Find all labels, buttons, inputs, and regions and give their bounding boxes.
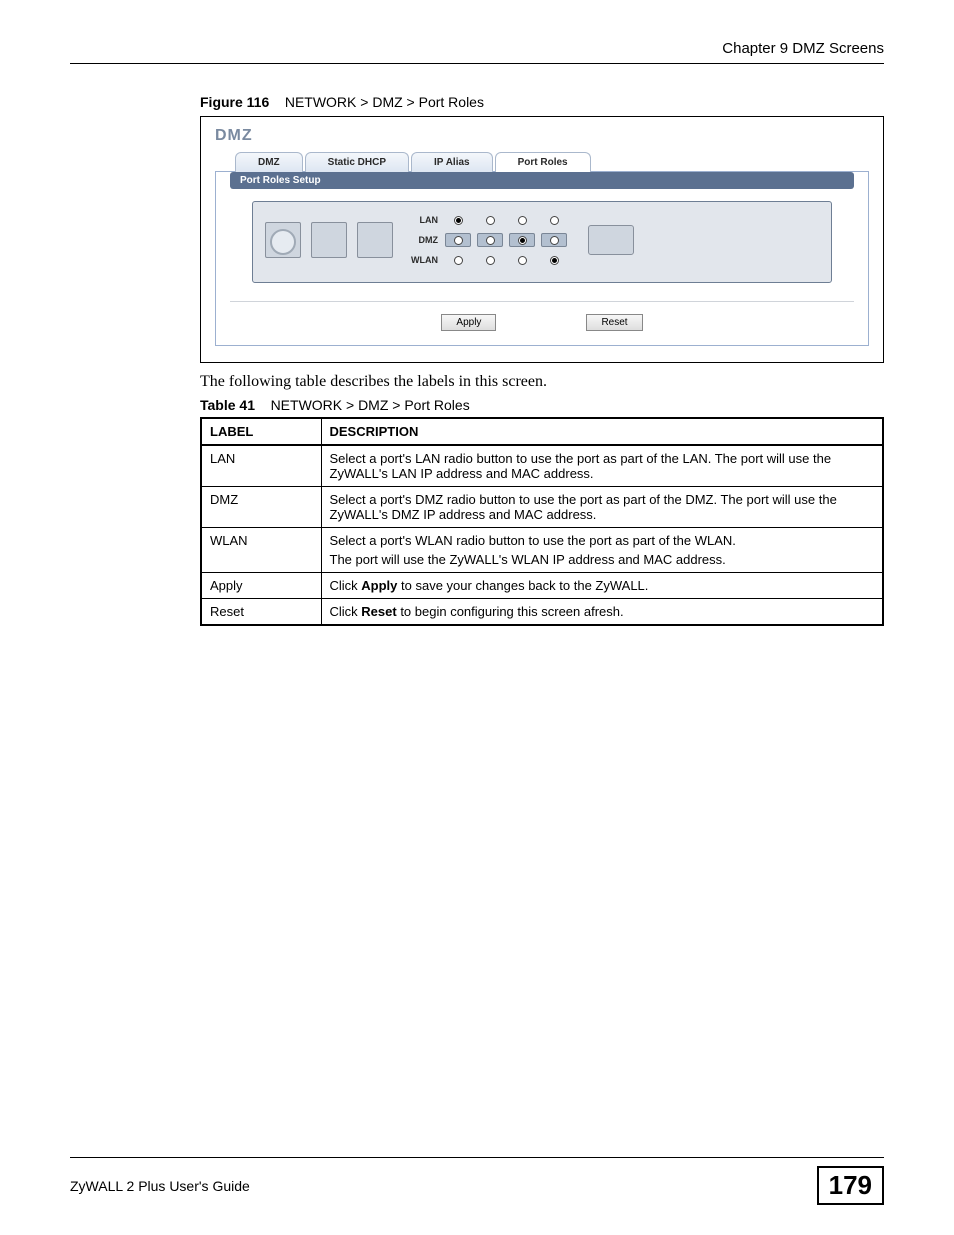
panel: Port Roles Setup LAN DMZ WLAN [215, 172, 869, 346]
wan-port-icon [265, 222, 301, 258]
table-cell-label: Reset [201, 599, 321, 626]
tab-port-roles[interactable]: Port Roles [495, 152, 591, 172]
page-footer: ZyWALL 2 Plus User's Guide 179 [70, 1157, 884, 1205]
intro-paragraph: The following table describes the labels… [200, 373, 884, 391]
port-icon [311, 222, 347, 258]
row-label-lan: LAN [411, 212, 438, 228]
screenshot-window: DMZ DMZ Static DHCP IP Alias Port Roles … [200, 116, 884, 363]
row-label-dmz: DMZ [411, 232, 438, 248]
apply-button[interactable]: Apply [441, 314, 496, 331]
radio-dot-icon [454, 236, 463, 245]
description-table: LABEL DESCRIPTION LANSelect a port's LAN… [200, 417, 884, 626]
radio-dot-icon [486, 216, 495, 225]
port-role-radio[interactable] [509, 233, 535, 247]
table-cell-label: LAN [201, 445, 321, 487]
radio-dot-icon [486, 236, 495, 245]
table-header-description: DESCRIPTION [321, 418, 883, 445]
tab-dmz[interactable]: DMZ [235, 152, 303, 172]
table-cell-label: Apply [201, 573, 321, 599]
port-role-radio[interactable] [509, 253, 535, 267]
figure-title [273, 94, 285, 110]
radio-grid [444, 212, 568, 268]
radio-dot-icon [550, 256, 559, 265]
panel-header: Port Roles Setup [230, 172, 854, 189]
table-cell-description: Select a port's WLAN radio button to use… [321, 528, 883, 573]
table-header-label: LABEL [201, 418, 321, 445]
screenshot-title: DMZ [215, 127, 869, 145]
port-icon [357, 222, 393, 258]
port-role-radio[interactable] [477, 233, 503, 247]
port-role-radio[interactable] [445, 213, 471, 227]
table-cell-description: Select a port's DMZ radio button to use … [321, 487, 883, 528]
radio-dot-icon [518, 216, 527, 225]
radio-dot-icon [550, 216, 559, 225]
radio-dot-icon [454, 256, 463, 265]
tabs: DMZ Static DHCP IP Alias Port Roles [215, 151, 869, 171]
figure-label: Figure 116 [200, 94, 269, 110]
table-label: Table 41 [200, 397, 255, 413]
port-role-radio[interactable] [541, 213, 567, 227]
table-row: WLANSelect a port's WLAN radio button to… [201, 528, 883, 573]
footer-guide-name: ZyWALL 2 Plus User's Guide [70, 1178, 250, 1194]
device-diagram: LAN DMZ WLAN [252, 201, 832, 283]
row-labels: LAN DMZ WLAN [411, 212, 438, 268]
table-row: LANSelect a port's LAN radio button to u… [201, 445, 883, 487]
figure-title-text: NETWORK > DMZ > Port Roles [285, 94, 484, 110]
table-row: ResetClick Reset to begin configuring th… [201, 599, 883, 626]
port-role-radio[interactable] [477, 213, 503, 227]
table-row: DMZSelect a port's DMZ radio button to u… [201, 487, 883, 528]
table-cell-label: DMZ [201, 487, 321, 528]
port-role-radio[interactable] [445, 233, 471, 247]
port-role-radio[interactable] [541, 253, 567, 267]
table-cell-description: Click Apply to save your changes back to… [321, 573, 883, 599]
port-role-radio[interactable] [509, 213, 535, 227]
table-cell-label: WLAN [201, 528, 321, 573]
aux-port-icon [588, 225, 634, 255]
radio-dot-icon [550, 236, 559, 245]
radio-dot-icon [486, 256, 495, 265]
table-caption: Table 41 NETWORK > DMZ > Port Roles [200, 397, 884, 413]
tab-static-dhcp[interactable]: Static DHCP [305, 152, 409, 172]
page-number: 179 [817, 1166, 884, 1205]
row-label-wlan: WLAN [411, 252, 438, 268]
tab-ip-alias[interactable]: IP Alias [411, 152, 493, 172]
table-row: ApplyClick Apply to save your changes ba… [201, 573, 883, 599]
port-role-radio[interactable] [445, 253, 471, 267]
chapter-header: Chapter 9 DMZ Screens [70, 40, 884, 64]
radio-dot-icon [518, 236, 527, 245]
table-title: NETWORK > DMZ > Port Roles [271, 397, 470, 413]
table-cell-description: Select a port's LAN radio button to use … [321, 445, 883, 487]
radio-dot-icon [518, 256, 527, 265]
port-role-radio[interactable] [477, 253, 503, 267]
figure-caption: Figure 116 NETWORK > DMZ > Port Roles [200, 94, 884, 110]
port-role-radio[interactable] [541, 233, 567, 247]
radio-dot-icon [454, 216, 463, 225]
reset-button[interactable]: Reset [586, 314, 642, 331]
table-cell-description: Click Reset to begin configuring this sc… [321, 599, 883, 626]
